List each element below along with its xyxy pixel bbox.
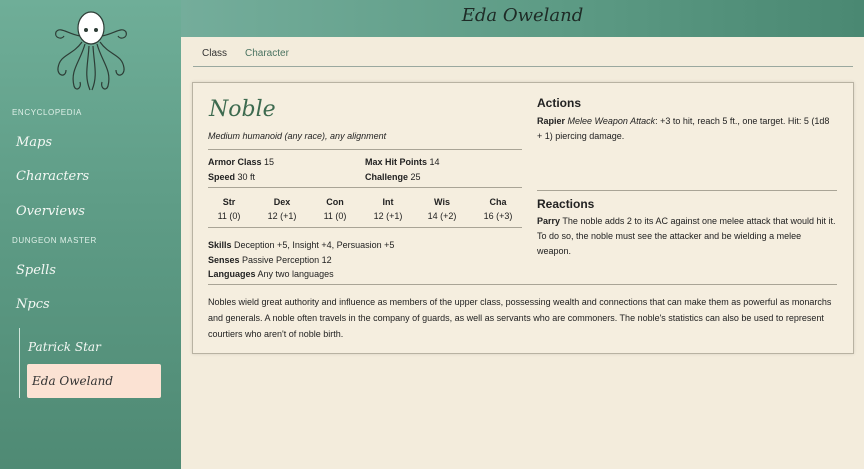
actions-heading: Actions (537, 96, 582, 110)
ability-dex: Dex 12 (+1) (267, 197, 297, 221)
max-hit-points: Max Hit Points 14 (365, 157, 440, 167)
sidebar-item-spells[interactable]: Spells (16, 263, 56, 278)
header: Eda Oweland (181, 0, 864, 37)
languages: Languages Any two languages (208, 269, 334, 279)
npc-subtitle: Medium humanoid (any race), any alignmen… (208, 131, 387, 141)
speed: Speed 30 ft (208, 172, 256, 182)
octopus-icon (55, 11, 127, 91)
divider (208, 149, 522, 150)
action-rapier: Rapier Melee Weapon Attack: +3 to hit, r… (537, 116, 830, 141)
tab-class[interactable]: Class (202, 48, 227, 59)
challenge: Challenge 25 (365, 172, 421, 182)
npcs-subtree-line (19, 328, 20, 398)
ability-cha: Cha 16 (+3) (483, 197, 513, 221)
tab-character[interactable]: Character (245, 48, 289, 59)
main-content: Class Character Noble Medium humanoid (a… (181, 37, 864, 469)
ability-con: Con 11 (0) (323, 197, 347, 221)
sidebar-item-overviews[interactable]: Overviews (16, 204, 85, 219)
armor-class: Armor Class 15 (208, 157, 275, 167)
divider (208, 187, 522, 188)
divider (208, 284, 837, 285)
section-dungeon-master: DUNGEON MASTER (12, 236, 97, 245)
divider (208, 227, 522, 228)
npc-description: Nobles wield great authority and influen… (208, 297, 832, 339)
reaction-parry: Parry The noble adds 2 to its AC against… (537, 216, 836, 256)
sidebar-item-npcs[interactable]: Npcs (16, 297, 50, 312)
page-title: Eda Oweland (461, 5, 584, 26)
npc-item-patrick-star[interactable]: Patrick Star (28, 340, 101, 354)
divider (537, 190, 837, 191)
sidebar-item-maps[interactable]: Maps (16, 135, 52, 150)
section-encyclopedia: ENCYCLOPEDIA (12, 108, 82, 117)
senses: Senses Passive Perception 12 (208, 255, 332, 265)
sidebar: ENCYCLOPEDIA Maps Characters Overviews D… (0, 0, 181, 469)
sidebar-item-characters[interactable]: Characters (16, 169, 89, 184)
npc-class-name: Noble (209, 97, 276, 122)
skills: Skills Deception +5, Insight +4, Persuas… (208, 240, 395, 250)
reactions-heading: Reactions (537, 197, 595, 211)
ability-int: Int 12 (+1) (373, 197, 403, 221)
tab-bar: Class Character (193, 37, 853, 67)
stat-block-card: Noble Medium humanoid (any race), any al… (192, 82, 854, 354)
npc-item-eda-oweland[interactable]: Eda Oweland (27, 364, 161, 398)
ability-wis: Wis 14 (+2) (427, 197, 457, 221)
ability-str: Str 11 (0) (217, 197, 241, 221)
